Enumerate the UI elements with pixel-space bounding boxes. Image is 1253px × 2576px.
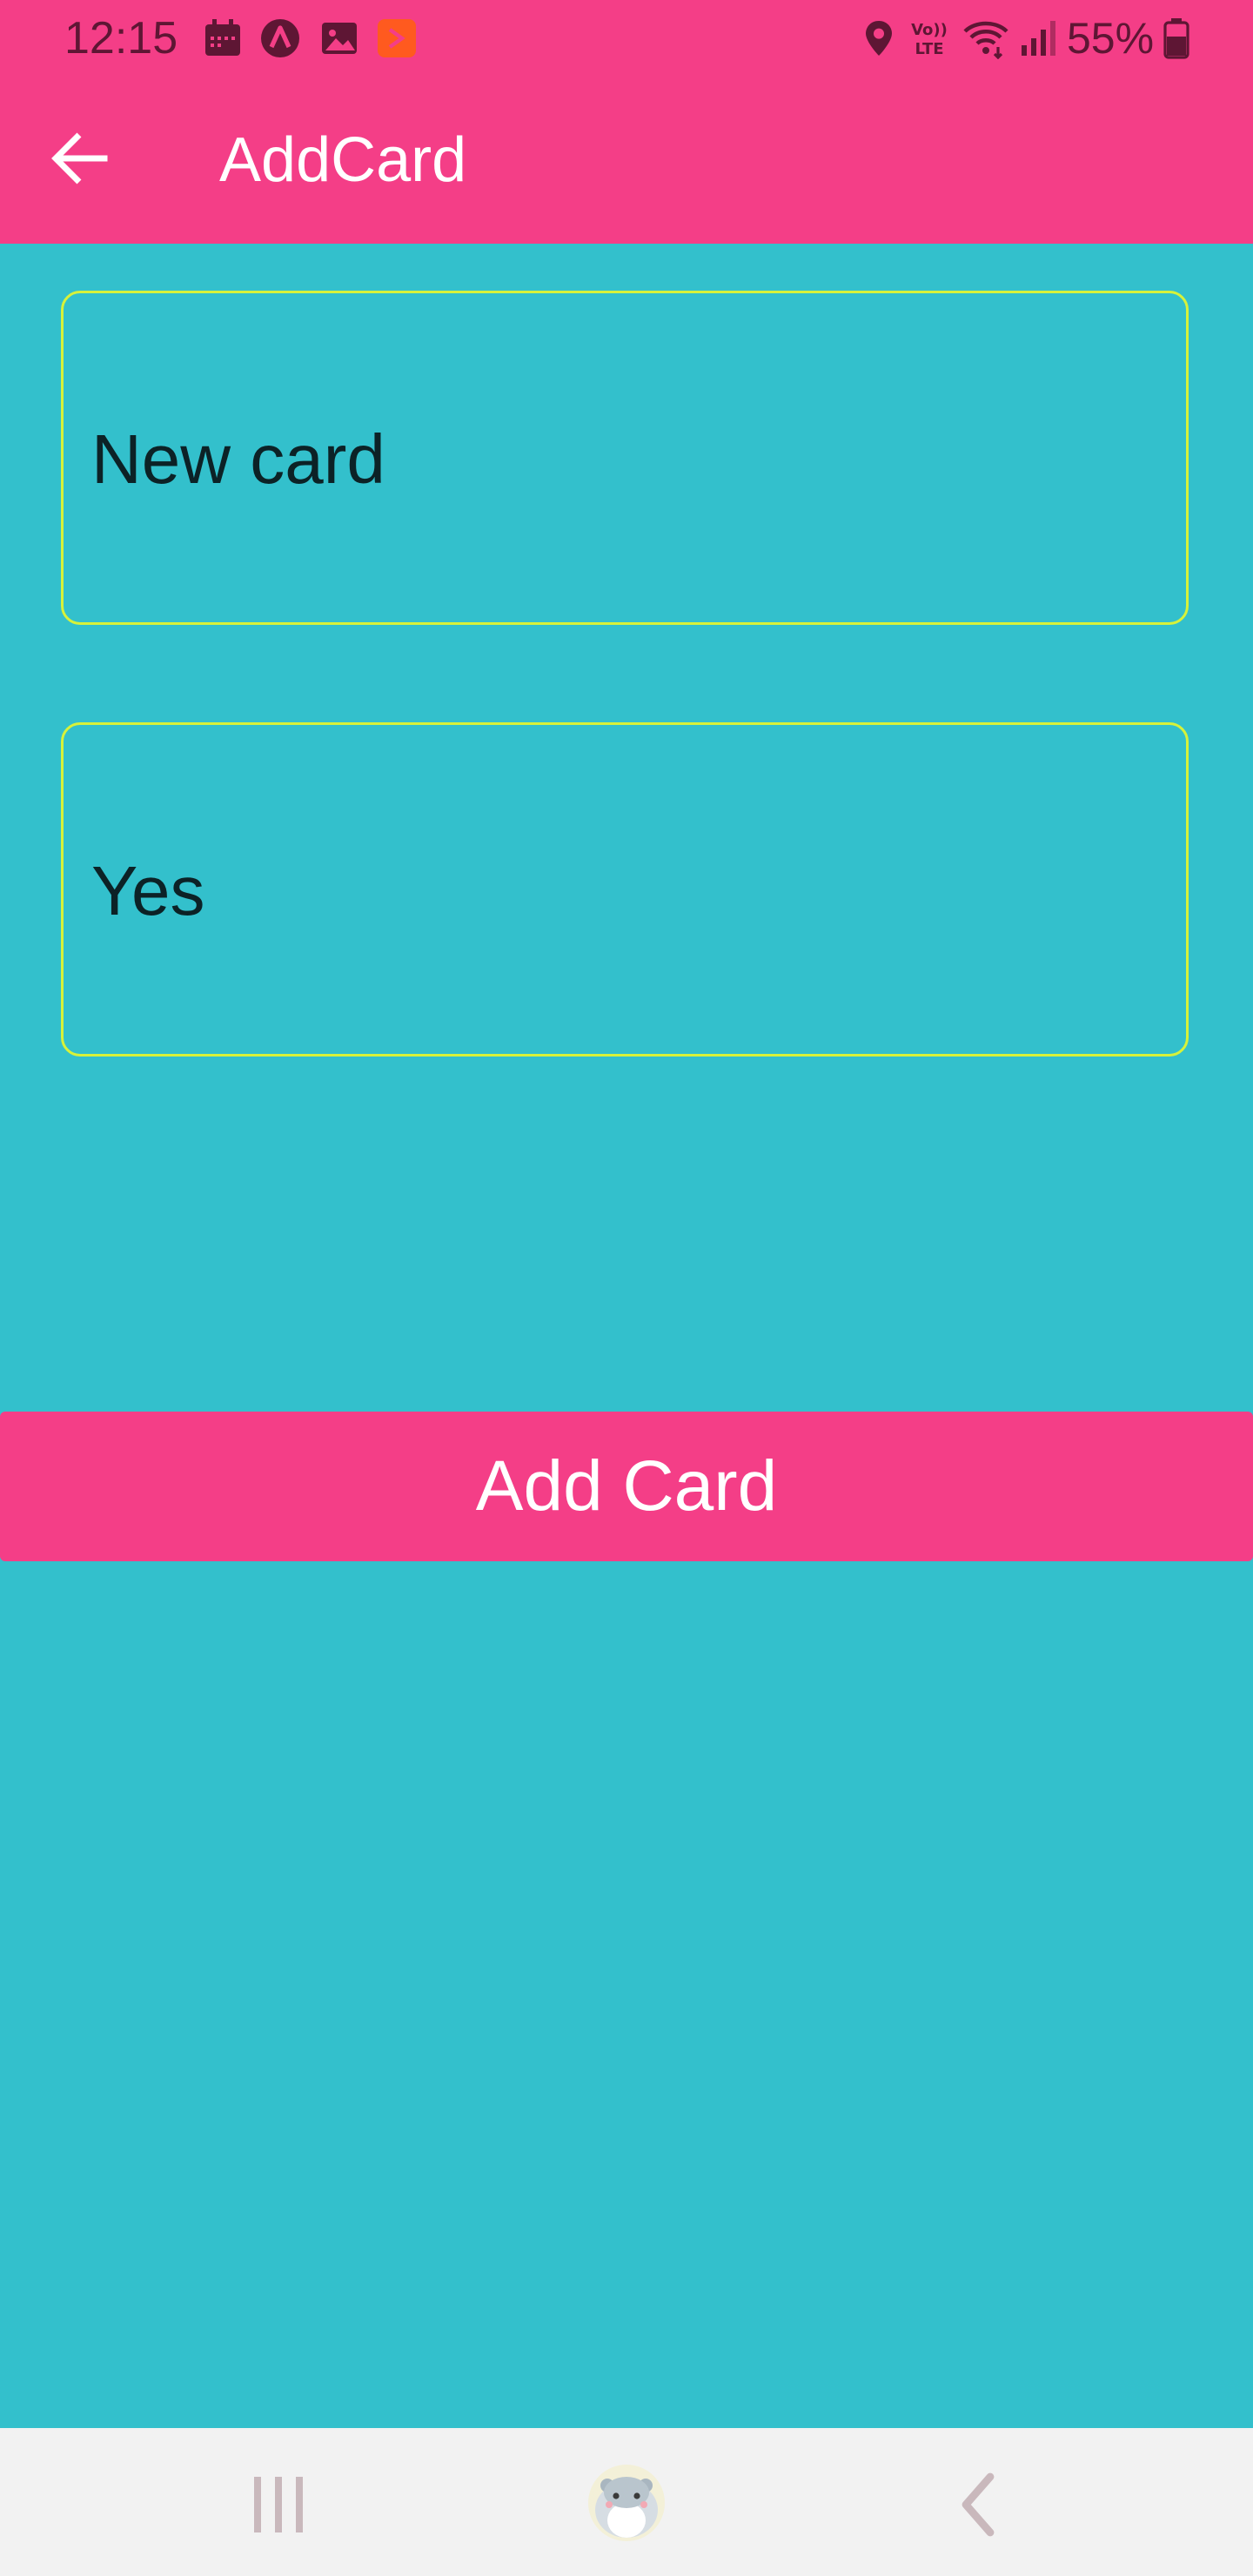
app-orange-icon bbox=[376, 17, 418, 59]
recent-apps-icon bbox=[254, 2477, 303, 2532]
app-a-icon bbox=[259, 17, 301, 59]
battery-icon bbox=[1161, 17, 1192, 59]
svg-text:LTE: LTE bbox=[915, 40, 943, 58]
calendar-icon bbox=[202, 17, 244, 59]
home-icon bbox=[588, 2465, 665, 2541]
add-card-button-label: Add Card bbox=[475, 1446, 778, 1526]
svg-text:Vo)): Vo)) bbox=[911, 21, 948, 39]
back-button[interactable] bbox=[44, 122, 117, 195]
back-field-value: Yes bbox=[91, 852, 205, 929]
app-header: 12:15 Vo)) LTE 55% AddCard bbox=[0, 0, 1253, 244]
back-text-field[interactable]: Yes bbox=[61, 722, 1189, 1057]
battery-percentage: 55% bbox=[1067, 14, 1155, 63]
front-text-field[interactable]: New card bbox=[61, 291, 1189, 625]
signal-icon bbox=[1016, 17, 1058, 59]
location-icon bbox=[858, 17, 900, 59]
home-button[interactable] bbox=[583, 2458, 670, 2545]
arrow-left-icon bbox=[51, 132, 108, 184]
add-card-button[interactable]: Add Card bbox=[0, 1412, 1253, 1561]
navigation-bar bbox=[0, 2428, 1253, 2576]
page-title: AddCard bbox=[219, 125, 467, 195]
recent-apps-button[interactable] bbox=[237, 2463, 320, 2546]
wifi-icon bbox=[961, 17, 1011, 59]
status-time: 12:15 bbox=[64, 13, 178, 64]
back-icon bbox=[962, 2472, 995, 2537]
front-field-value: New card bbox=[91, 420, 385, 498]
gallery-icon bbox=[318, 17, 360, 59]
status-bar: 12:15 Vo)) LTE 55% bbox=[0, 0, 1253, 77]
nav-back-button[interactable] bbox=[938, 2463, 1022, 2546]
volte-icon: Vo)) LTE bbox=[905, 17, 954, 59]
